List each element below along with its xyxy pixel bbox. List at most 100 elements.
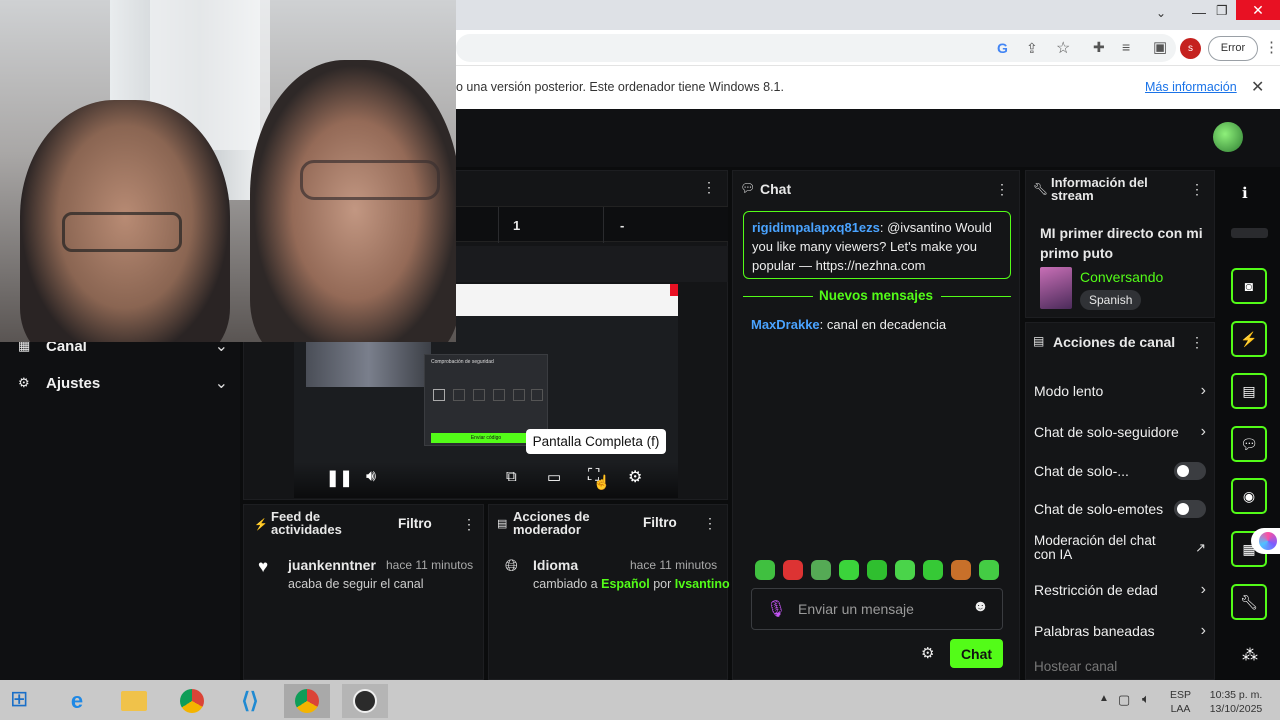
stream-category[interactable]: Conversando (1080, 269, 1163, 285)
toggle-switch[interactable] (1174, 500, 1206, 518)
emote-icon[interactable] (839, 560, 859, 580)
menu-kebab-icon[interactable]: ⋮ (1264, 38, 1279, 56)
user-avatar[interactable] (1213, 122, 1243, 152)
emote-icon[interactable] (755, 560, 775, 580)
emote-icon[interactable] (811, 560, 831, 580)
emote-icon[interactable] (923, 560, 943, 580)
rail-broadcast-button[interactable]: ◉ (1231, 478, 1267, 514)
emote-icon[interactable] (951, 560, 971, 580)
feed-time: hace 11 minutos (386, 558, 474, 572)
action-modo-lento[interactable]: Modo lento › (1034, 381, 1206, 401)
taskbar-chrome-active[interactable] (284, 684, 330, 718)
minimize-button[interactable]: — (1192, 4, 1206, 20)
action-solo-emotes[interactable]: Chat de solo-emotes (1034, 499, 1206, 519)
more-options-icon[interactable]: ⋮ (702, 179, 716, 196)
language-indicator[interactable]: ESP LAA (1170, 688, 1191, 716)
taskbar-vscode[interactable]: ⟨⟩ (227, 684, 273, 718)
action-banned-words[interactable]: Palabras baneadas › (1034, 621, 1206, 641)
action-ai-moderation[interactable]: Moderación del chat con IA ↗ (1034, 533, 1206, 563)
chat-settings-icon[interactable]: ⚙ (921, 644, 934, 662)
player-settings-icon[interactable]: ⚙ (628, 467, 642, 487)
action-label: Moderación del chat con IA (1034, 533, 1156, 562)
chevron-right-icon: › (1200, 423, 1206, 440)
action-label: Restricción de edad (1034, 582, 1158, 598)
floating-assistant-icon[interactable] (1251, 528, 1280, 554)
rail-notes-button[interactable]: ▤ (1231, 373, 1267, 409)
apps-icon[interactable]: ⁂ (1242, 645, 1258, 665)
tray-icon[interactable]: ▢ (1118, 692, 1130, 708)
stream-info-title: Información del stream (1051, 175, 1148, 203)
error-button[interactable]: Error (1208, 36, 1258, 61)
close-window-button[interactable]: ✕ (1236, 0, 1280, 20)
sidepanel-icon[interactable]: ▣ (1153, 38, 1167, 56)
rail-bolt-button[interactable]: ⚡ (1231, 321, 1267, 357)
action-age-restriction[interactable]: Restricción de edad › (1034, 580, 1206, 600)
toggle-switch[interactable] (1174, 462, 1206, 480)
share-icon[interactable]: ⇪ (1026, 40, 1038, 57)
google-icon[interactable]: G (997, 40, 1008, 56)
channel-actions-icon: ▤ (1033, 334, 1045, 348)
camera-icon: ◙ (1244, 278, 1254, 294)
person-right (250, 60, 456, 342)
infobar-more-info-link[interactable]: Más información (1145, 80, 1237, 94)
chevron-right-icon: › (1200, 581, 1206, 598)
feed-user[interactable]: juankenntner (288, 557, 376, 573)
more-options-icon[interactable]: ⋮ (703, 515, 717, 532)
taskbar-chrome[interactable] (169, 684, 215, 718)
moderator-filter-button[interactable]: Filtro (643, 515, 677, 530)
taskbar-ie[interactable]: e (54, 684, 100, 718)
nav-item-label: Ajustes (46, 374, 101, 392)
chat-input[interactable]: 🎙︎ Enviar un mensaje ☻ (751, 588, 1003, 630)
restore-button[interactable]: ❐ (1216, 3, 1228, 19)
action-host-channel[interactable]: Hostear canal (1034, 657, 1206, 675)
action-solo-seguidores[interactable]: Chat de solo-seguidore › (1034, 422, 1206, 442)
taskbar-obs[interactable] (342, 684, 388, 718)
volume-tray-icon[interactable]: 🔈︎ (1142, 691, 1150, 707)
more-options-icon[interactable]: ⋮ (462, 516, 476, 533)
rail-chat-button[interactable]: 💬︎ (1231, 426, 1267, 462)
more-options-icon[interactable]: ⋮ (1190, 181, 1204, 198)
nested-dialog-title: Comprobación de seguridad (431, 359, 494, 365)
chat-send-button[interactable]: Chat (950, 639, 1003, 668)
microphone-icon[interactable]: 🎙︎ (766, 599, 786, 619)
external-link-icon: ↗ (1195, 540, 1206, 555)
tray-chevron-icon[interactable]: ▲ (1099, 693, 1109, 704)
chat-username[interactable]: rigidimpalapxq81ezs (752, 220, 880, 235)
more-options-icon[interactable]: ⋮ (1190, 334, 1204, 351)
chat-message: MaxDrakke: canal en decadencia (751, 317, 946, 332)
rail-camera-button[interactable]: ◙ (1231, 268, 1267, 304)
reading-list-icon[interactable]: ≡ (1122, 39, 1130, 55)
pip-icon[interactable]: ⧉ (506, 468, 517, 485)
windows-start-icon[interactable]: ⊞ (10, 686, 28, 712)
moderator-actions-panel: ▤ Acciones de moderador Filtro ⋮ 🌐︎ Idio… (488, 504, 730, 680)
action-label: Chat de solo-... (1034, 463, 1129, 479)
infobar-close-icon[interactable]: ✕ (1251, 77, 1264, 97)
tab-search-icon[interactable]: ⌄ (1156, 6, 1166, 20)
emote-icon[interactable] (867, 560, 887, 580)
theater-mode-icon[interactable]: ▭ (547, 468, 561, 486)
nav-item-ajustes[interactable]: ⚙ Ajustes ⌄ (18, 373, 228, 393)
moderator-user-link[interactable]: Ivsantino (675, 577, 730, 591)
profile-avatar[interactable]: s (1180, 38, 1201, 59)
bookmark-star-icon[interactable]: ☆ (1056, 38, 1070, 58)
more-options-icon[interactable]: ⋮ (995, 181, 1009, 198)
chat-username[interactable]: MaxDrakke (751, 317, 820, 332)
emoji-icon[interactable]: ☻ (972, 598, 989, 616)
chat-panel: 💬︎ Chat ⋮ rigidimpalapxq81ezs: @ivsantin… (732, 170, 1020, 680)
info-icon[interactable]: ℹ (1242, 184, 1248, 202)
clock[interactable]: 10:35 p. m. 13/10/2025 (1204, 688, 1268, 716)
emote-icon[interactable] (895, 560, 915, 580)
rail-wrench-button[interactable]: 🔧︎ (1231, 584, 1267, 620)
new-messages-label: Nuevos mensajes (819, 288, 934, 303)
action-solo-suscriptores[interactable]: Chat de solo-... (1034, 461, 1206, 481)
pause-icon[interactable]: ❚❚ (326, 468, 353, 488)
extensions-icon[interactable]: ✚ (1093, 39, 1105, 56)
category-thumbnail[interactable] (1040, 267, 1072, 309)
emote-icon[interactable] (783, 560, 803, 580)
feed-filter-button[interactable]: Filtro (398, 516, 432, 531)
emote-icon[interactable] (979, 560, 999, 580)
taskbar-explorer[interactable] (111, 684, 157, 718)
volume-icon[interactable]: 🔊︎ (366, 468, 376, 486)
moderator-title: Acciones de moderador (513, 509, 590, 537)
bolt-icon: ⚡ (1240, 330, 1258, 347)
